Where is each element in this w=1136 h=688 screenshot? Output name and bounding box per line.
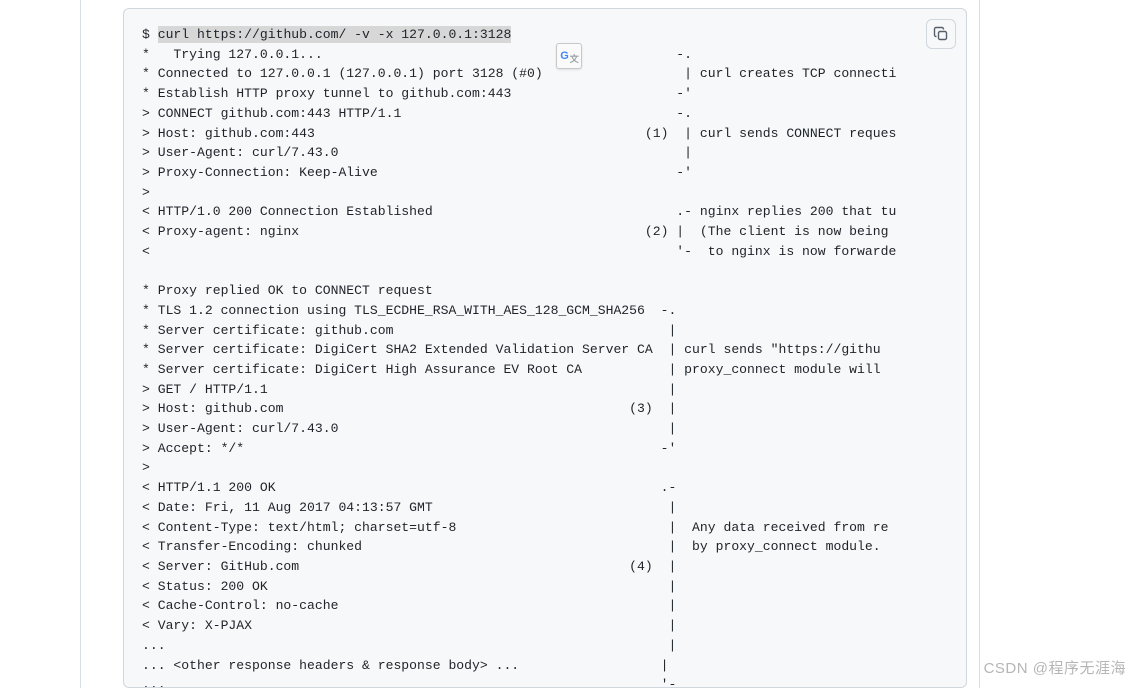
article-container: $ curl https://github.com/ -v -x 127.0.0… [80, 0, 980, 688]
copy-icon [933, 26, 949, 42]
command-highlight: curl https://github.com/ -v -x 127.0.0.1… [158, 26, 512, 43]
terminal-output: $ curl https://github.com/ -v -x 127.0.0… [142, 25, 948, 688]
copy-button[interactable] [926, 19, 956, 49]
translate-g: G [560, 50, 569, 62]
watermark: CSDN @程序无涯海 [984, 657, 1126, 678]
translate-sub: 文 [570, 52, 579, 65]
code-body: * Trying 127.0.0.1... -. * Connected to … [142, 47, 896, 688]
code-block: $ curl https://github.com/ -v -x 127.0.0… [123, 8, 967, 688]
prompt-symbol: $ [142, 27, 158, 42]
google-translate-badge[interactable]: G文 [556, 43, 582, 69]
